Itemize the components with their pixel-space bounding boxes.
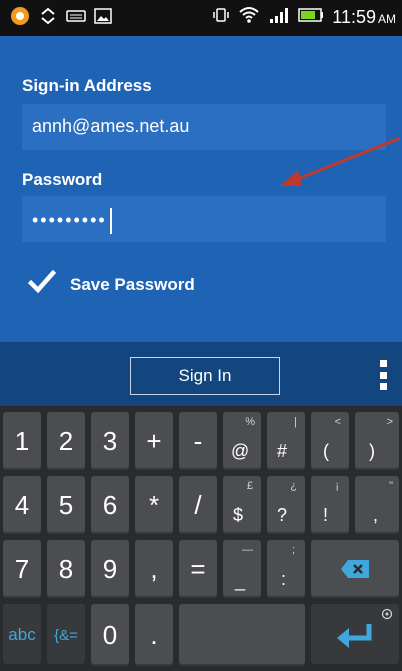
- enter-arrow-icon: [337, 624, 372, 648]
- battery-icon: [298, 8, 324, 27]
- notification-icons: [10, 6, 112, 31]
- annotation-arrow: [280, 136, 401, 186]
- key-comma-2[interactable]: ,: [135, 540, 173, 598]
- wifi-icon: [238, 6, 260, 29]
- key-equals[interactable]: =: [179, 540, 217, 598]
- key-9[interactable]: 9: [91, 540, 129, 598]
- password-value: •••••••••: [32, 209, 107, 230]
- status-bar: 11:59 AM: [0, 0, 402, 36]
- key-8[interactable]: 8: [47, 540, 85, 598]
- key-comma[interactable]: ",: [355, 476, 399, 534]
- keyboard-icon: [66, 8, 86, 29]
- key-2[interactable]: 2: [47, 412, 85, 470]
- key-4[interactable]: 4: [3, 476, 41, 534]
- signin-address-label: Sign-in Address: [22, 76, 152, 95]
- key-close-paren[interactable]: >): [355, 412, 399, 470]
- enter-key[interactable]: [311, 604, 399, 666]
- key-hash[interactable]: | #: [267, 412, 305, 470]
- key-at[interactable]: % @: [223, 412, 261, 470]
- key-7[interactable]: 7: [3, 540, 41, 598]
- key-6[interactable]: 6: [91, 476, 129, 534]
- save-password-label: Save Password: [70, 274, 195, 294]
- sign-in-form: Sign-in Address annh@ames.net.au Passwor…: [0, 36, 402, 342]
- key-asterisk[interactable]: *: [135, 476, 173, 534]
- key-3[interactable]: 3: [91, 412, 129, 470]
- key-slash[interactable]: /: [179, 476, 217, 534]
- space-key[interactable]: [179, 604, 305, 666]
- abc-key[interactable]: abc: [3, 604, 41, 666]
- key-0[interactable]: 0: [91, 604, 129, 666]
- clock: 11:59 AM: [332, 7, 396, 27]
- key-5[interactable]: 5: [47, 476, 85, 534]
- password-field[interactable]: •••••••••: [22, 196, 386, 242]
- key-underscore[interactable]: — _: [223, 540, 261, 598]
- key-question[interactable]: ¿?: [267, 476, 305, 534]
- sign-in-button[interactable]: Sign In: [130, 357, 280, 395]
- key-colon[interactable]: ;:: [267, 540, 305, 598]
- key-plus[interactable]: +: [135, 412, 173, 470]
- sync-icon: [38, 6, 58, 31]
- key-minus[interactable]: -: [179, 412, 217, 470]
- key-open-paren[interactable]: <(: [311, 412, 349, 470]
- save-password-row[interactable]: Save Password: [27, 269, 195, 299]
- backspace-icon: [341, 560, 369, 578]
- action-bar: Sign In: [0, 342, 402, 406]
- soft-keyboard: 1 2 3 + - % @ | # <( >) 4 5 6 * / £ $ ¿? ¡!…: [0, 406, 402, 671]
- signal-icon: [268, 6, 290, 29]
- app-notification-icon: [10, 6, 30, 31]
- symbols-key[interactable]: {&=: [47, 604, 85, 666]
- vibrate-icon: [212, 6, 230, 29]
- key-exclamation[interactable]: ¡!: [311, 476, 349, 534]
- system-status: 11:59 AM: [212, 6, 396, 29]
- password-label: Password: [22, 170, 103, 189]
- overflow-menu-icon[interactable]: [378, 360, 388, 390]
- image-icon: [94, 8, 112, 29]
- text-cursor: [109, 208, 112, 234]
- signin-address-value: annh@ames.net.au: [32, 116, 190, 136]
- key-dollar[interactable]: £ $: [223, 476, 261, 534]
- backspace-key[interactable]: [311, 540, 399, 598]
- key-1[interactable]: 1: [3, 412, 41, 470]
- settings-small-icon: [381, 608, 393, 623]
- key-period[interactable]: .: [135, 604, 173, 666]
- save-password-checkbox[interactable]: [27, 269, 57, 299]
